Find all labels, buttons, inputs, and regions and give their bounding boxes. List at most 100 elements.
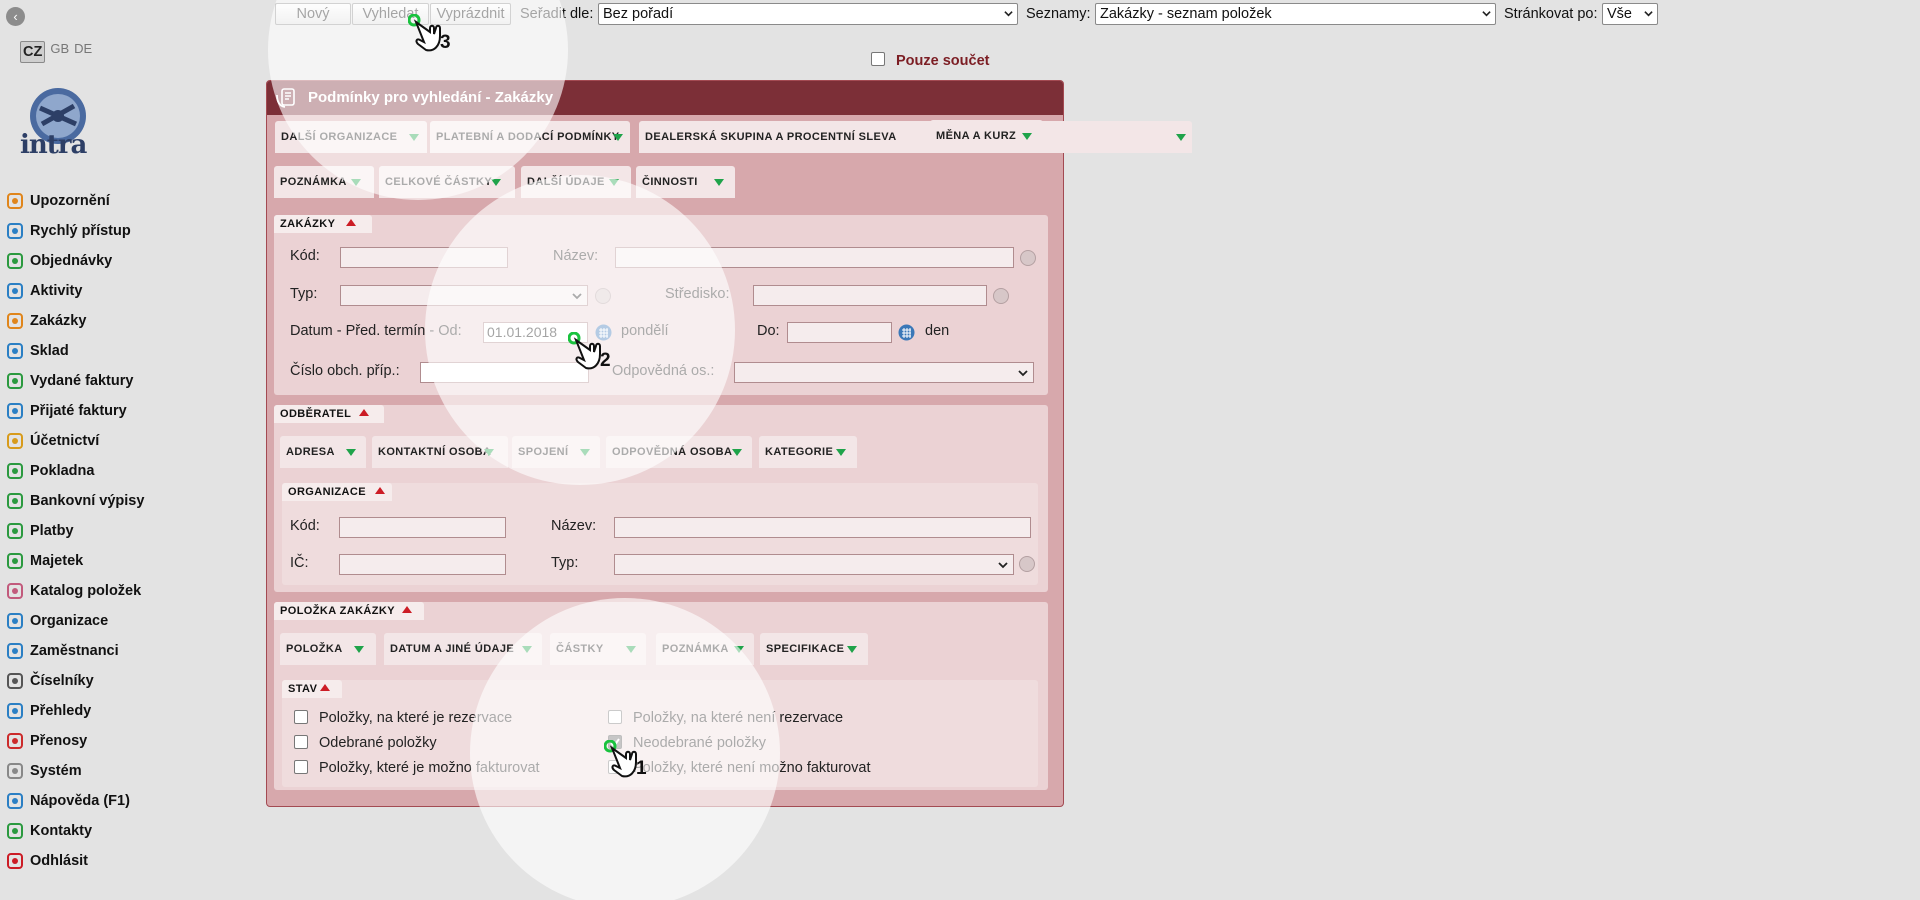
section-title: POLOŽKA ZAKÁZKY: [280, 605, 395, 617]
sidebar-item-upozorn-n-[interactable]: Upozornění: [0, 186, 260, 216]
lists-label: Seznamy:: [1026, 6, 1091, 22]
org-nazev-input[interactable]: [614, 517, 1031, 538]
payment-icon: [4, 520, 26, 542]
tab-polozka-1[interactable]: DATUM A JINÉ ÚDAJE: [384, 633, 542, 665]
tab-mena-kurz[interactable]: MĚNA A KURZ: [930, 120, 1043, 152]
tab-celkove-castky[interactable]: CELKOVÉ ČÁSTKY: [379, 166, 515, 198]
sidebar-item-label: Sklad: [30, 343, 69, 359]
dropdown-arrow-icon: [491, 179, 501, 186]
collapse-arrow-icon[interactable]: [346, 219, 356, 226]
sidebar-item-pokladna[interactable]: Pokladna: [0, 456, 260, 486]
sidebar-item-p-ehledy[interactable]: Přehledy: [0, 696, 260, 726]
collapse-arrow-icon[interactable]: [402, 606, 412, 613]
org-kod-input[interactable]: [339, 517, 506, 538]
stredisko-input[interactable]: [753, 285, 987, 306]
collapse-arrow-icon[interactable]: [320, 684, 330, 691]
sidebar-item-zak-zky[interactable]: Zakázky: [0, 306, 260, 336]
tab-dalsi-organizace[interactable]: DALŠÍ ORGANIZACE: [275, 121, 427, 153]
sum-only-checkbox[interactable]: [871, 52, 885, 66]
nazev-input[interactable]: [615, 247, 1014, 268]
sidebar-item-label: Objednávky: [30, 253, 113, 269]
org-ic-input[interactable]: [339, 554, 506, 575]
sidebar-item-bankovn-v-pisy[interactable]: Bankovní výpisy: [0, 486, 260, 516]
list-options-icon[interactable]: [1019, 556, 1035, 572]
stav-label-0: Položky, na které je rezervace: [319, 710, 513, 726]
org-nazev-label: Název:: [551, 518, 597, 534]
sidebar-item--etnictv-[interactable]: Účetnictví: [0, 426, 260, 456]
tab-odberatel-4[interactable]: KATEGORIE: [759, 436, 857, 468]
sort-select[interactable]: Bez pořadí: [598, 3, 1018, 25]
sidebar-nav: Upozornění Rychlý přístup Objednávky Aktivi…: [0, 186, 260, 876]
step-number: 1: [636, 758, 647, 779]
tab-dalsi-udaje[interactable]: DALŠÍ ÚDAJE: [521, 166, 631, 198]
tab-polozka-3[interactable]: POZNÁMKA: [656, 633, 754, 665]
sidebar-item--seln-ky[interactable]: Číselníky: [0, 666, 260, 696]
stav-checkbox-2[interactable]: [294, 735, 308, 749]
stav-checkbox-4[interactable]: [294, 760, 308, 774]
sidebar-item-label: Rychlý přístup: [30, 223, 131, 239]
order-icon: [4, 310, 26, 332]
tab-poznamka[interactable]: POZNÁMKA: [274, 166, 374, 198]
section-title: ODBĚRATEL: [280, 408, 352, 420]
paging-select[interactable]: Vše: [1602, 3, 1658, 25]
collapse-sidebar-button[interactable]: ‹: [6, 7, 25, 26]
tab-cinnosti[interactable]: ČINNOSTI: [636, 166, 735, 198]
lang-de[interactable]: DE: [74, 41, 92, 63]
lists-select[interactable]: Zakázky - seznam položek: [1095, 3, 1496, 25]
tab-polozka-2[interactable]: ČÁSTKY: [550, 633, 646, 665]
cislo-obch-input[interactable]: [420, 362, 589, 383]
stav-checkbox-1[interactable]: [608, 710, 622, 724]
list-options-icon[interactable]: [993, 288, 1009, 304]
sidebar-item-label: Systém: [30, 763, 82, 779]
step-number: 2: [600, 350, 611, 371]
kod-input[interactable]: [340, 247, 508, 268]
sidebar-item-platby[interactable]: Platby: [0, 516, 260, 546]
sidebar-item-rychl-p-stup[interactable]: Rychlý přístup: [0, 216, 260, 246]
transfer-icon: [4, 730, 26, 752]
collapse-arrow-icon[interactable]: [359, 409, 369, 416]
new-button[interactable]: Nový: [275, 3, 351, 25]
lang-gb[interactable]: GB: [50, 41, 69, 63]
sidebar-item-majetek[interactable]: Majetek: [0, 546, 260, 576]
tab-polozka-0[interactable]: POLOŽKA: [280, 633, 376, 665]
lang-cz[interactable]: CZ: [20, 41, 46, 63]
datum-do-input[interactable]: [787, 322, 892, 343]
sidebar-item-vydan-faktury[interactable]: Vydané faktury: [0, 366, 260, 396]
stav-label-2: Odebrané položky: [319, 735, 437, 751]
sidebar-item-katalog-polo-ek[interactable]: Katalog položek: [0, 576, 260, 606]
tab-odberatel-2[interactable]: SPOJENÍ: [512, 436, 600, 468]
sidebar-item-label: Nápověda (F1): [30, 793, 130, 809]
tab-label: DEALERSKÁ SKUPINA A PROCENTNÍ SLEVA: [645, 131, 897, 143]
list-icon: [4, 700, 26, 722]
list-options-icon[interactable]: [595, 288, 611, 304]
sidebar-item-p-enosy[interactable]: Přenosy: [0, 726, 260, 756]
sidebar-item-sklad[interactable]: Sklad: [0, 336, 260, 366]
sidebar-item-kontakty[interactable]: Kontakty: [0, 816, 260, 846]
stav-checkbox-0[interactable]: [294, 710, 308, 724]
sidebar-item-syst-m[interactable]: Systém: [0, 756, 260, 786]
dropdown-arrow-icon: [836, 449, 846, 456]
tab-dealerska-skupina[interactable]: DEALERSKÁ SKUPINA A PROCENTNÍ SLEVA: [639, 121, 1192, 153]
odpovedna-select[interactable]: [734, 362, 1034, 383]
tab-odberatel-3[interactable]: ODPOVĚDNÁ OSOBA: [606, 436, 752, 468]
sidebar-item-zam-stnanci[interactable]: Zaměstnanci: [0, 636, 260, 666]
calendar-icon[interactable]: [898, 324, 915, 341]
org-typ-select[interactable]: [614, 554, 1014, 575]
sidebar-item-aktivity[interactable]: Aktivity: [0, 276, 260, 306]
sidebar-item-label: Zaměstnanci: [30, 643, 119, 659]
sidebar-item-organizace[interactable]: Organizace: [0, 606, 260, 636]
list-options-icon[interactable]: [1020, 250, 1036, 266]
tab-polozka-4[interactable]: SPECIFIKACE: [760, 633, 868, 665]
power-icon: [4, 850, 26, 872]
tab-odberatel-1[interactable]: KONTAKTNÍ OSOBA: [372, 436, 508, 468]
sidebar-item-label: Kontakty: [30, 823, 93, 839]
typ-select[interactable]: [340, 285, 588, 306]
sidebar-item-p-ijat-faktury[interactable]: Přijaté faktury: [0, 396, 260, 426]
sidebar-item-objedn-vky[interactable]: Objednávky: [0, 246, 260, 276]
paging-label: Stránkovat po:: [1504, 6, 1598, 22]
sidebar-item-odhl-sit[interactable]: Odhlásit: [0, 846, 260, 876]
sidebar-item-n-pov-da-f1-[interactable]: Nápověda (F1): [0, 786, 260, 816]
collapse-arrow-icon[interactable]: [375, 487, 385, 494]
tab-platebni-podminky[interactable]: PLATEBNÍ A DODACÍ PODMÍNKY: [430, 121, 630, 153]
tab-odberatel-0[interactable]: ADRESA: [280, 436, 366, 468]
